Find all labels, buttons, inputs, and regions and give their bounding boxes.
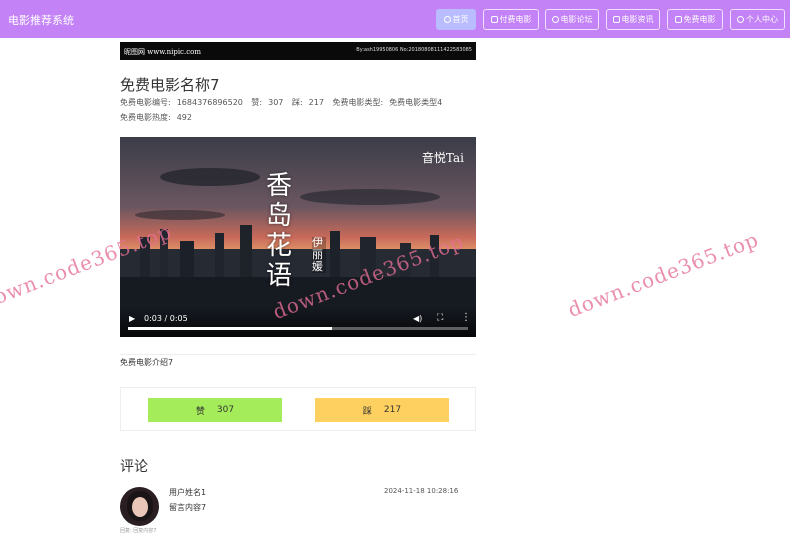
nav-home[interactable]: 首页 [436, 9, 476, 30]
like-label: 赞 [195, 406, 205, 417]
comment-user: 用户姓名1 [169, 488, 207, 497]
fullscreen-icon[interactable]: ⛶ [437, 313, 443, 323]
nav-forum-label: 电影论坛 [560, 15, 593, 24]
forum-icon [551, 16, 559, 23]
image-source-text: 昵图网 www.nipic.com [124, 48, 201, 56]
video-song-title: 香岛花语 [266, 171, 293, 291]
movie-heat: 492 [176, 113, 192, 122]
dislike-label: 踩 [362, 406, 372, 417]
nav-news[interactable]: 电影资讯 [606, 9, 660, 30]
video-progress-bar[interactable] [128, 327, 468, 330]
movie-dislike-label: 踩: [291, 98, 303, 107]
avatar-face [132, 497, 148, 517]
cover-image-bottom: 昵图网 www.nipic.com By:ash19950806 No:2018… [120, 42, 476, 60]
movie-meta-row: 免费电影编号: 1684376896520 赞: 307 踩: 217 免费电影类型:… [120, 97, 448, 108]
dislike-count: 217 [383, 405, 402, 415]
more-options-icon[interactable]: ⋮ [461, 312, 471, 323]
comment-content: 留言内容7 [169, 503, 207, 512]
nav-home-label: 首页 [452, 15, 469, 24]
movie-like-count: 307 [268, 98, 284, 107]
play-icon[interactable]: ▶ [129, 314, 135, 323]
nav-forum[interactable]: 电影论坛 [545, 9, 599, 30]
movie-type-label: 免费电影类型: [332, 98, 384, 107]
movie-heat-label: 免费电影热度: [120, 113, 171, 122]
nav-profile-label: 个人中心 [746, 15, 778, 24]
nav-paid-movies[interactable]: 付费电影 [483, 9, 539, 30]
nav-profile[interactable]: 个人中心 [730, 9, 785, 30]
nav-free-movies-label: 免费电影 [683, 15, 716, 24]
dislike-button[interactable]: 踩 217 [315, 398, 449, 422]
movie-number-label: 免费电影编号: [120, 98, 171, 107]
news-icon [612, 16, 620, 23]
nav-news-label: 电影资讯 [621, 15, 654, 24]
comments-heading: 评论 [120, 459, 148, 475]
like-button[interactable]: 赞 307 [148, 398, 282, 422]
volume-icon[interactable]: ◀) [413, 314, 422, 323]
video-singer: 伊丽媛 [312, 237, 326, 273]
watermark-text: down.code365.top [564, 227, 763, 322]
comment-reply: 回复: 回复内容7 [120, 528, 157, 534]
film-icon [674, 16, 682, 23]
movie-heat-row: 免费电影热度: 492 [120, 112, 198, 123]
movie-dislike-count: 217 [308, 98, 324, 107]
movie-like-label: 赞: [251, 98, 263, 107]
vote-panel: 赞 307 踩 217 [120, 387, 476, 431]
video-time: 0:03 / 0:05 [144, 314, 188, 323]
comment-time: 2024-11-18 10:28:16 [384, 487, 459, 495]
movie-intro: 免费电影介绍7 [120, 358, 174, 367]
user-icon [737, 16, 744, 23]
movie-title: 免费电影名称7 [120, 76, 220, 94]
top-navbar: 电影推荐系统 首页 付费电影 电影论坛 电影资讯 免费电影 个人中心 [0, 0, 790, 38]
film-icon [490, 16, 498, 23]
like-count: 307 [216, 405, 235, 415]
nav-free-movies[interactable]: 免费电影 [667, 9, 723, 30]
avatar [120, 487, 159, 526]
movie-number: 1684376896520 [176, 98, 243, 107]
nav-paid-movies-label: 付费电影 [499, 15, 532, 24]
movie-type: 免费电影类型4 [389, 98, 443, 107]
video-watermark: 音悦Tai [421, 151, 464, 165]
app-title[interactable]: 电影推荐系统 [8, 12, 74, 28]
video-progress-fill [128, 327, 332, 330]
image-id-text: By:ash19950806 No:20180808111422583085 [356, 47, 472, 53]
home-icon [443, 16, 451, 23]
divider [120, 354, 476, 355]
